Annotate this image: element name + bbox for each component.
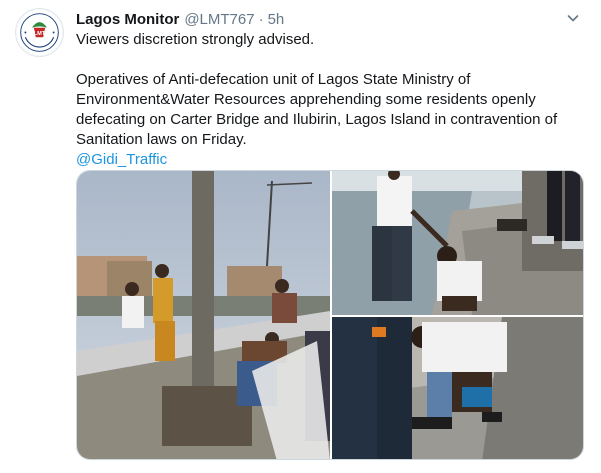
media-grid	[76, 170, 584, 460]
photo-closeup[interactable]	[332, 317, 583, 459]
author-handle[interactable]: @LMT767	[184, 11, 254, 28]
separator: ·	[258, 10, 264, 28]
avatar[interactable]: LMT	[15, 8, 64, 57]
chevron-down-icon	[567, 15, 579, 22]
author-name[interactable]: Lagos Monitor	[76, 11, 179, 28]
more-options-button[interactable]	[565, 10, 581, 26]
tweet-header: Lagos Monitor @LMT767 · 5h	[76, 9, 581, 29]
waterfront-photo-image	[332, 171, 583, 315]
tweet[interactable]: LMT Lagos Monitor @LMT767 · 5h Viewers d…	[0, 0, 601, 473]
tweet-text: Viewers discretion strongly advised. Ope…	[76, 30, 586, 170]
tweet-text-line1: Viewers discretion strongly advised.	[76, 31, 315, 48]
photo-waterfront[interactable]	[332, 171, 583, 315]
mention-link[interactable]: @Gidi_Traffic	[76, 151, 167, 168]
photo-bridge[interactable]	[77, 171, 330, 459]
bridge-photo-image	[77, 171, 330, 459]
tweet-time[interactable]: 5h	[268, 11, 285, 28]
lagos-monitor-logo: LMT	[16, 9, 63, 56]
tweet-text-line2: Operatives of Anti-defecation unit of La…	[76, 71, 558, 148]
logo-text: LMT	[34, 31, 46, 37]
closeup-photo-image	[332, 317, 583, 459]
